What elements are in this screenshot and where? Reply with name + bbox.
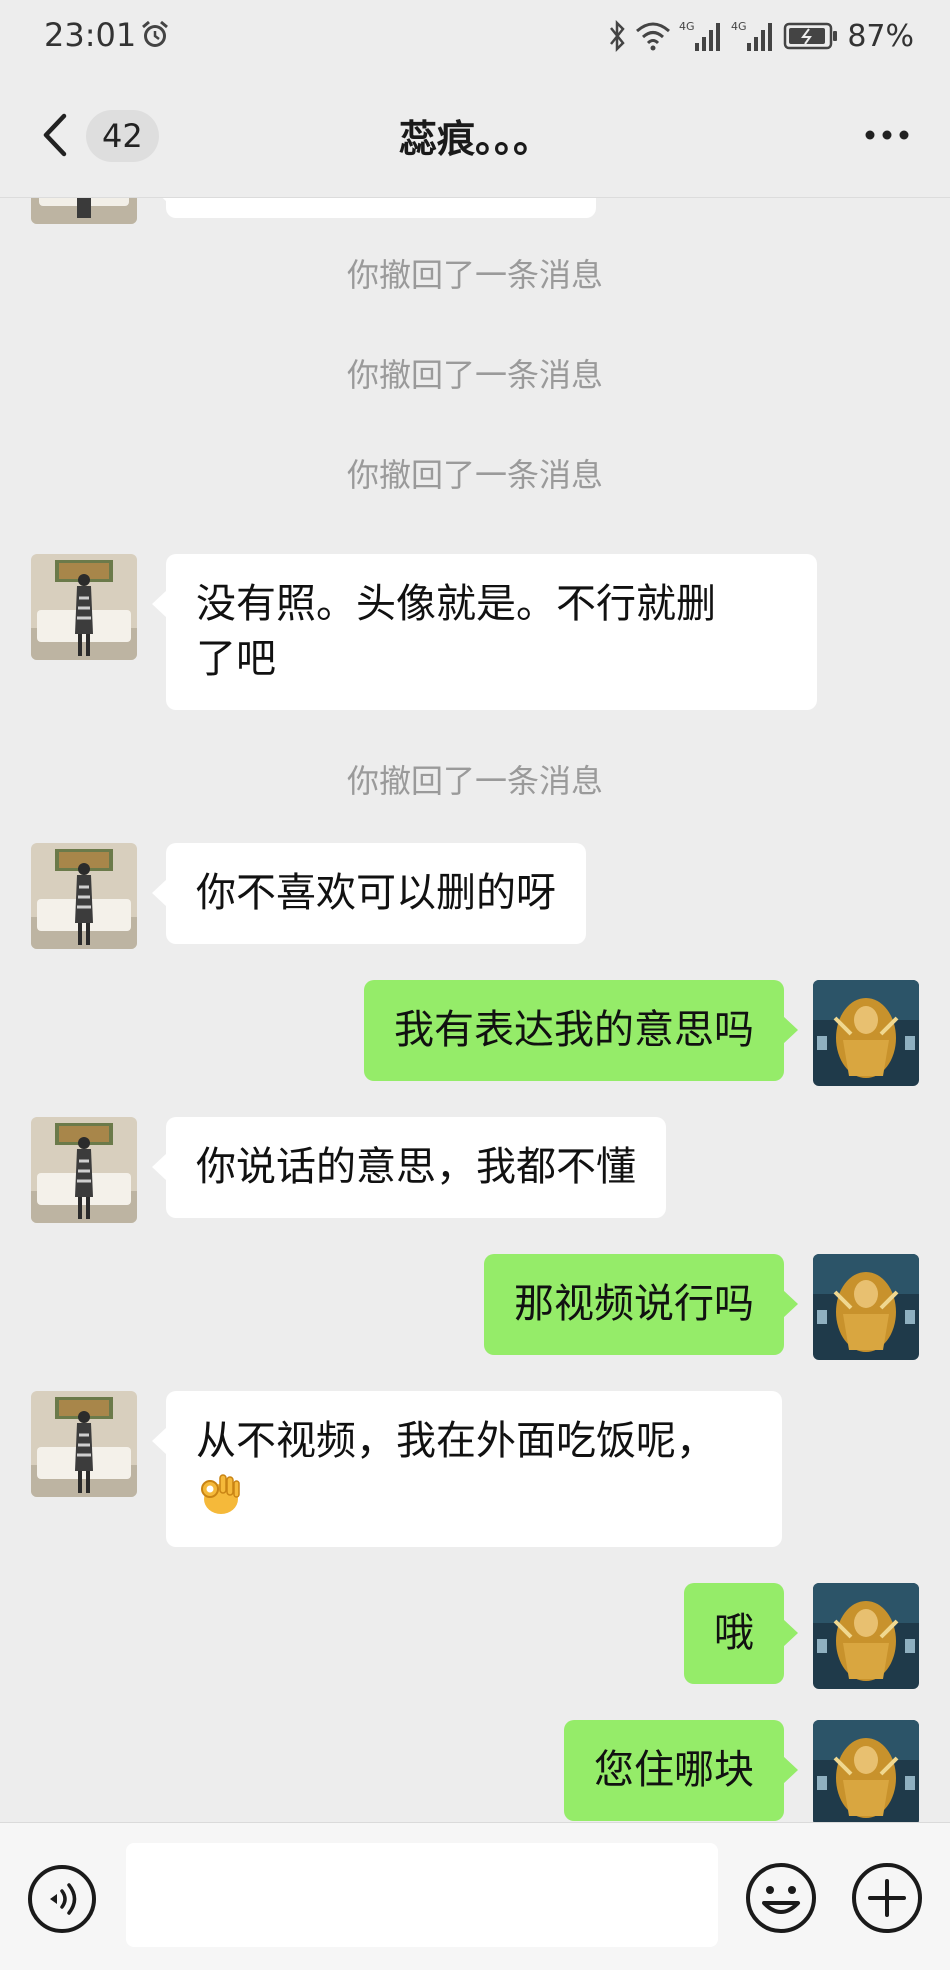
bluetooth-icon [610,19,625,53]
my-avatar[interactable] [813,1583,919,1689]
wifi-icon [636,22,671,51]
message-text: 没有照。头像就是。不行就删 [196,581,716,627]
message-bubble[interactable]: 你说话的意思，我都不懂 [152,1117,666,1218]
recall-notice: 你撤回了一条消息 [346,356,603,394]
recall-notice: 你撤回了一条消息 [346,256,603,294]
message-bubble[interactable]: 从不视频，我在外面吃饭呢， [152,1391,782,1547]
battery-percent: 87% [847,18,914,54]
recall-notice: 你撤回了一条消息 [346,762,603,800]
message-input[interactable] [126,1843,718,1947]
message-bubble[interactable] [152,198,596,218]
plus-icon[interactable] [850,1861,924,1935]
message-text: 了吧 [196,636,276,682]
svg-text:4G: 4G [679,20,695,33]
chat-title: 蕊痕。。。 [398,117,551,161]
contact-avatar[interactable] [31,198,137,224]
status-time: 23:01 [44,16,137,54]
status-icons: 4G 4G 87% [607,16,914,56]
contact-avatar[interactable] [31,843,137,949]
input-bar [0,1822,950,1970]
voice-icon[interactable] [26,1863,98,1935]
recall-notice: 你撤回了一条消息 [346,456,603,494]
alarm-icon [142,20,168,47]
message-list[interactable]: 你撤回了一条消息 你撤回了一条消息 你撤回了一条消息 没有照。头像就是。不行就删… [0,198,950,1822]
my-avatar[interactable] [813,1254,919,1360]
battery-icon [784,22,838,50]
message-bubble[interactable]: 哦 [684,1583,798,1684]
signal-4g-icon: 4G [679,20,721,51]
message-bubble[interactable]: 你不喜欢可以删的呀 [152,843,586,944]
message-text: 从不视频，我在外面吃饭呢， [196,1418,716,1464]
svg-text:4G: 4G [731,20,747,33]
status-bar: 23:01 4G 4G 87% [0,0,950,74]
my-avatar[interactable] [813,980,919,1086]
message-bubble[interactable]: 您住哪块 [564,1720,798,1821]
message-bubble[interactable]: 没有照。头像就是。不行就删 了吧 [152,554,817,710]
my-avatar[interactable] [813,1720,919,1822]
ok-hand-emoji-icon [201,1474,240,1514]
contact-avatar[interactable] [31,554,137,660]
contact-avatar[interactable] [31,1391,137,1497]
emoji-icon[interactable] [744,1861,818,1935]
contact-avatar[interactable] [31,1117,137,1223]
more-icon[interactable] [864,128,910,142]
signal-4g-icon: 4G [731,20,773,51]
message-bubble[interactable]: 那视频说行吗 [484,1254,798,1355]
chat-header: 42 蕊痕。。。 [0,74,950,198]
message-bubble[interactable]: 我有表达我的意思吗 [364,980,798,1081]
